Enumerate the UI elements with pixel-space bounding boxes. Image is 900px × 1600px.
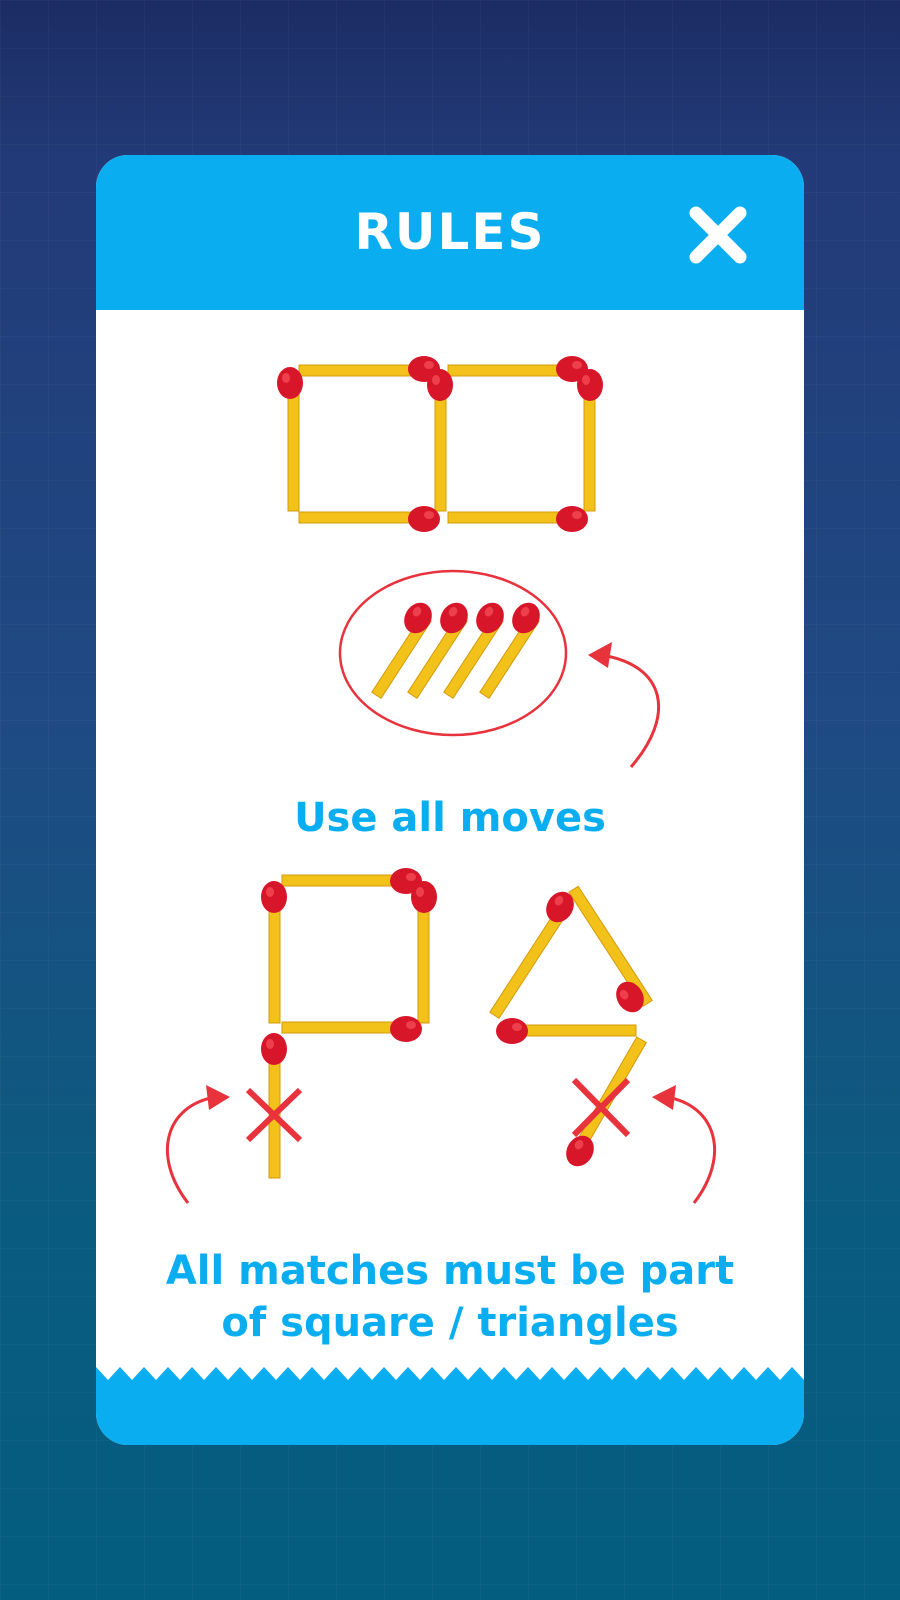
rules-dialog: RULES Use all moves All matches must be …	[96, 155, 804, 1445]
rule-all-matches-text: All matches must be part of square / tri…	[96, 1245, 804, 1349]
rule-all-matches-line2: of square / triangles	[221, 1300, 679, 1346]
rule-all-matches-line1: All matches must be part	[165, 1248, 735, 1294]
dialog-footer	[96, 1385, 804, 1445]
rule-use-all-moves-text: Use all moves	[294, 795, 606, 841]
four-matches-circled	[338, 569, 661, 768]
two-squares-example	[277, 356, 603, 532]
triangle-invalid-example	[489, 885, 717, 1204]
square-invalid-example	[165, 868, 437, 1204]
